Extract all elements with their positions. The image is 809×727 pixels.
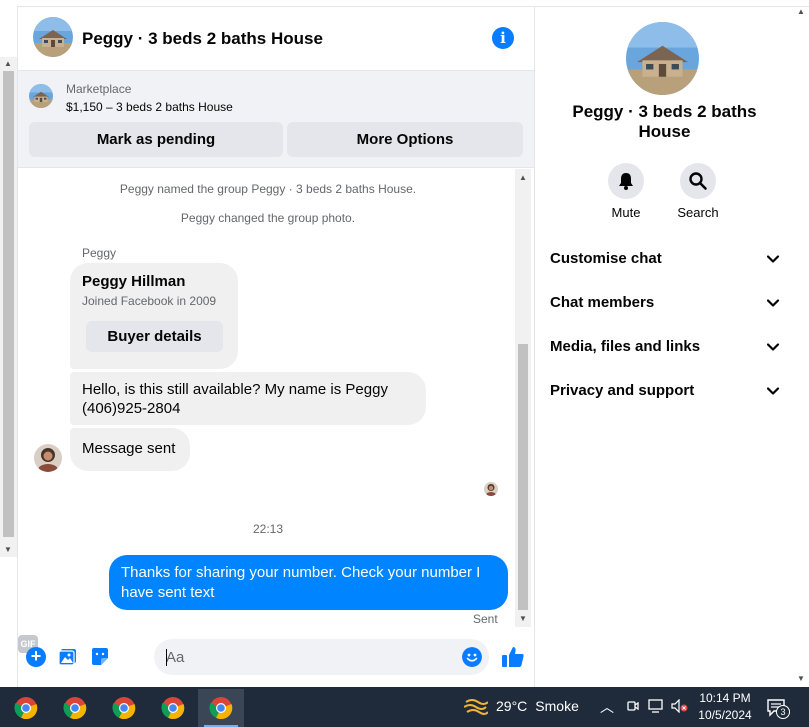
- scroll-down-arrow-icon[interactable]: ▼: [797, 674, 805, 683]
- meet-now-icon[interactable]: [626, 699, 640, 713]
- scroll-up-arrow-icon[interactable]: ▲: [797, 7, 805, 16]
- scroll-down-arrow-icon[interactable]: ▼: [4, 545, 12, 554]
- windows-taskbar: 29°C Smoke ︿ 10:14 PM 10/5/2024 3: [0, 687, 809, 727]
- photo-icon[interactable]: [58, 647, 78, 667]
- chat-header: Peggy · 3 beds 2 baths House i: [18, 7, 534, 70]
- marketplace-banner: Marketplace $1,150 – 3 beds 2 baths Hous…: [18, 70, 534, 168]
- chrome-icon: [112, 696, 136, 720]
- buyer-joined: Joined Facebook in 2009: [82, 294, 217, 308]
- system-clock[interactable]: 10:14 PM 10/5/2024: [694, 690, 756, 724]
- top-divider: [17, 0, 809, 7]
- chevron-down-icon: [766, 252, 780, 266]
- listing-description[interactable]: $1,150 – 3 beds 2 baths House: [66, 100, 233, 114]
- group-avatar-large[interactable]: [626, 22, 699, 95]
- chevron-down-icon: [766, 340, 780, 354]
- clock-date: 10/5/2024: [698, 708, 752, 722]
- menu-label: Customise chat: [550, 250, 662, 267]
- message-scrollbar[interactable]: ▲ ▼: [515, 169, 531, 627]
- volume-muted-icon[interactable]: [671, 699, 689, 713]
- info-icon[interactable]: i: [492, 27, 514, 49]
- sender-name: Peggy: [82, 246, 117, 260]
- message-composer: + GIF: [18, 635, 534, 679]
- chrome-icon: [63, 696, 87, 720]
- system-message: Peggy changed the group photo.: [180, 211, 356, 225]
- group-avatar[interactable]: [33, 17, 73, 57]
- listing-thumbnail[interactable]: [29, 84, 53, 108]
- taskbar-chrome-app[interactable]: [101, 689, 147, 727]
- panel-title: Peggy · 3 beds 2 baths House: [572, 102, 757, 141]
- notification-center[interactable]: 3: [766, 698, 790, 719]
- chrome-icon: [209, 696, 233, 720]
- taskbar-chrome-app-active[interactable]: [198, 689, 244, 727]
- message-scrollbar-thumb[interactable]: [518, 344, 528, 610]
- chat-title[interactable]: Peggy · 3 beds 2 baths House: [82, 29, 323, 49]
- message-input[interactable]: [154, 639, 489, 675]
- chevron-down-icon: [766, 384, 780, 398]
- buyer-details-button[interactable]: Buyer details: [86, 321, 223, 352]
- outgoing-message[interactable]: Thanks for sharing your number. Check yo…: [109, 555, 508, 610]
- weather-widget[interactable]: 29°C Smoke: [464, 696, 579, 716]
- menu-media-files-links[interactable]: Media, files and links: [550, 332, 780, 362]
- mute-label: Mute: [611, 205, 641, 220]
- conversation-info-panel: Peggy · 3 beds 2 baths House Mute Search…: [536, 7, 793, 687]
- search-button[interactable]: Search: [668, 163, 728, 220]
- scroll-up-arrow-icon[interactable]: ▲: [4, 59, 12, 68]
- search-label: Search: [677, 205, 719, 220]
- sent-status: Sent: [473, 612, 498, 626]
- page-scrollbar-thumb[interactable]: [3, 71, 14, 537]
- smoke-icon: [464, 699, 488, 715]
- page-scrollbar[interactable]: ▲ ▼: [0, 57, 17, 557]
- taskbar-chrome-app[interactable]: [150, 689, 196, 727]
- marketplace-label: Marketplace: [66, 82, 132, 96]
- message-list: Peggy named the group Peggy · 3 beds 2 b…: [18, 169, 534, 627]
- mark-as-pending-button[interactable]: Mark as pending: [29, 122, 283, 157]
- menu-chat-members[interactable]: Chat members: [550, 288, 780, 318]
- sender-avatar[interactable]: [34, 444, 62, 472]
- read-receipt-avatar: [484, 482, 498, 496]
- menu-label: Privacy and support: [550, 382, 695, 399]
- thumbs-up-icon[interactable]: [501, 645, 525, 669]
- chrome-icon: [161, 696, 185, 720]
- more-options-button[interactable]: More Options: [287, 122, 523, 157]
- buyer-name: Peggy Hillman: [82, 273, 186, 290]
- incoming-message[interactable]: Message sent: [70, 428, 190, 471]
- plus-icon[interactable]: +: [26, 647, 46, 667]
- menu-label: Chat members: [550, 294, 655, 311]
- taskbar-chrome-app[interactable]: [3, 689, 49, 727]
- chevron-down-icon: [766, 296, 780, 310]
- notification-count: 3: [776, 705, 790, 719]
- menu-privacy-support[interactable]: Privacy and support: [550, 376, 780, 406]
- bell-icon[interactable]: [608, 163, 644, 199]
- text-caret: [166, 649, 167, 666]
- buyer-profile-card: Peggy Hillman Joined Facebook in 2009 Bu…: [70, 263, 238, 369]
- taskbar-chrome-app[interactable]: [52, 689, 98, 727]
- right-scrollbar[interactable]: ▲ ▼: [793, 7, 809, 687]
- chrome-icon: [14, 696, 38, 720]
- search-icon[interactable]: [680, 163, 716, 199]
- clock-time: 10:14 PM: [699, 691, 751, 705]
- system-message: Peggy named the group Peggy · 3 beds 2 b…: [119, 182, 417, 196]
- sticker-icon[interactable]: [90, 647, 110, 667]
- menu-label: Media, files and links: [550, 338, 701, 355]
- chat-window: Peggy · 3 beds 2 baths House i Marketpla…: [17, 7, 535, 687]
- scroll-down-arrow-icon[interactable]: ▼: [519, 614, 527, 623]
- chevron-up-icon[interactable]: ︿: [600, 697, 614, 717]
- network-icon[interactable]: [648, 699, 664, 713]
- incoming-message[interactable]: Hello, is this still available? My name …: [70, 372, 426, 425]
- menu-customise-chat[interactable]: Customise chat: [550, 244, 780, 274]
- weather-temperature: 29°C: [496, 698, 528, 714]
- scroll-up-arrow-icon[interactable]: ▲: [519, 173, 527, 182]
- message-timestamp: 22:13: [252, 522, 284, 536]
- weather-condition: Smoke: [535, 698, 579, 714]
- emoji-icon[interactable]: [462, 647, 482, 667]
- mute-button[interactable]: Mute: [596, 163, 656, 220]
